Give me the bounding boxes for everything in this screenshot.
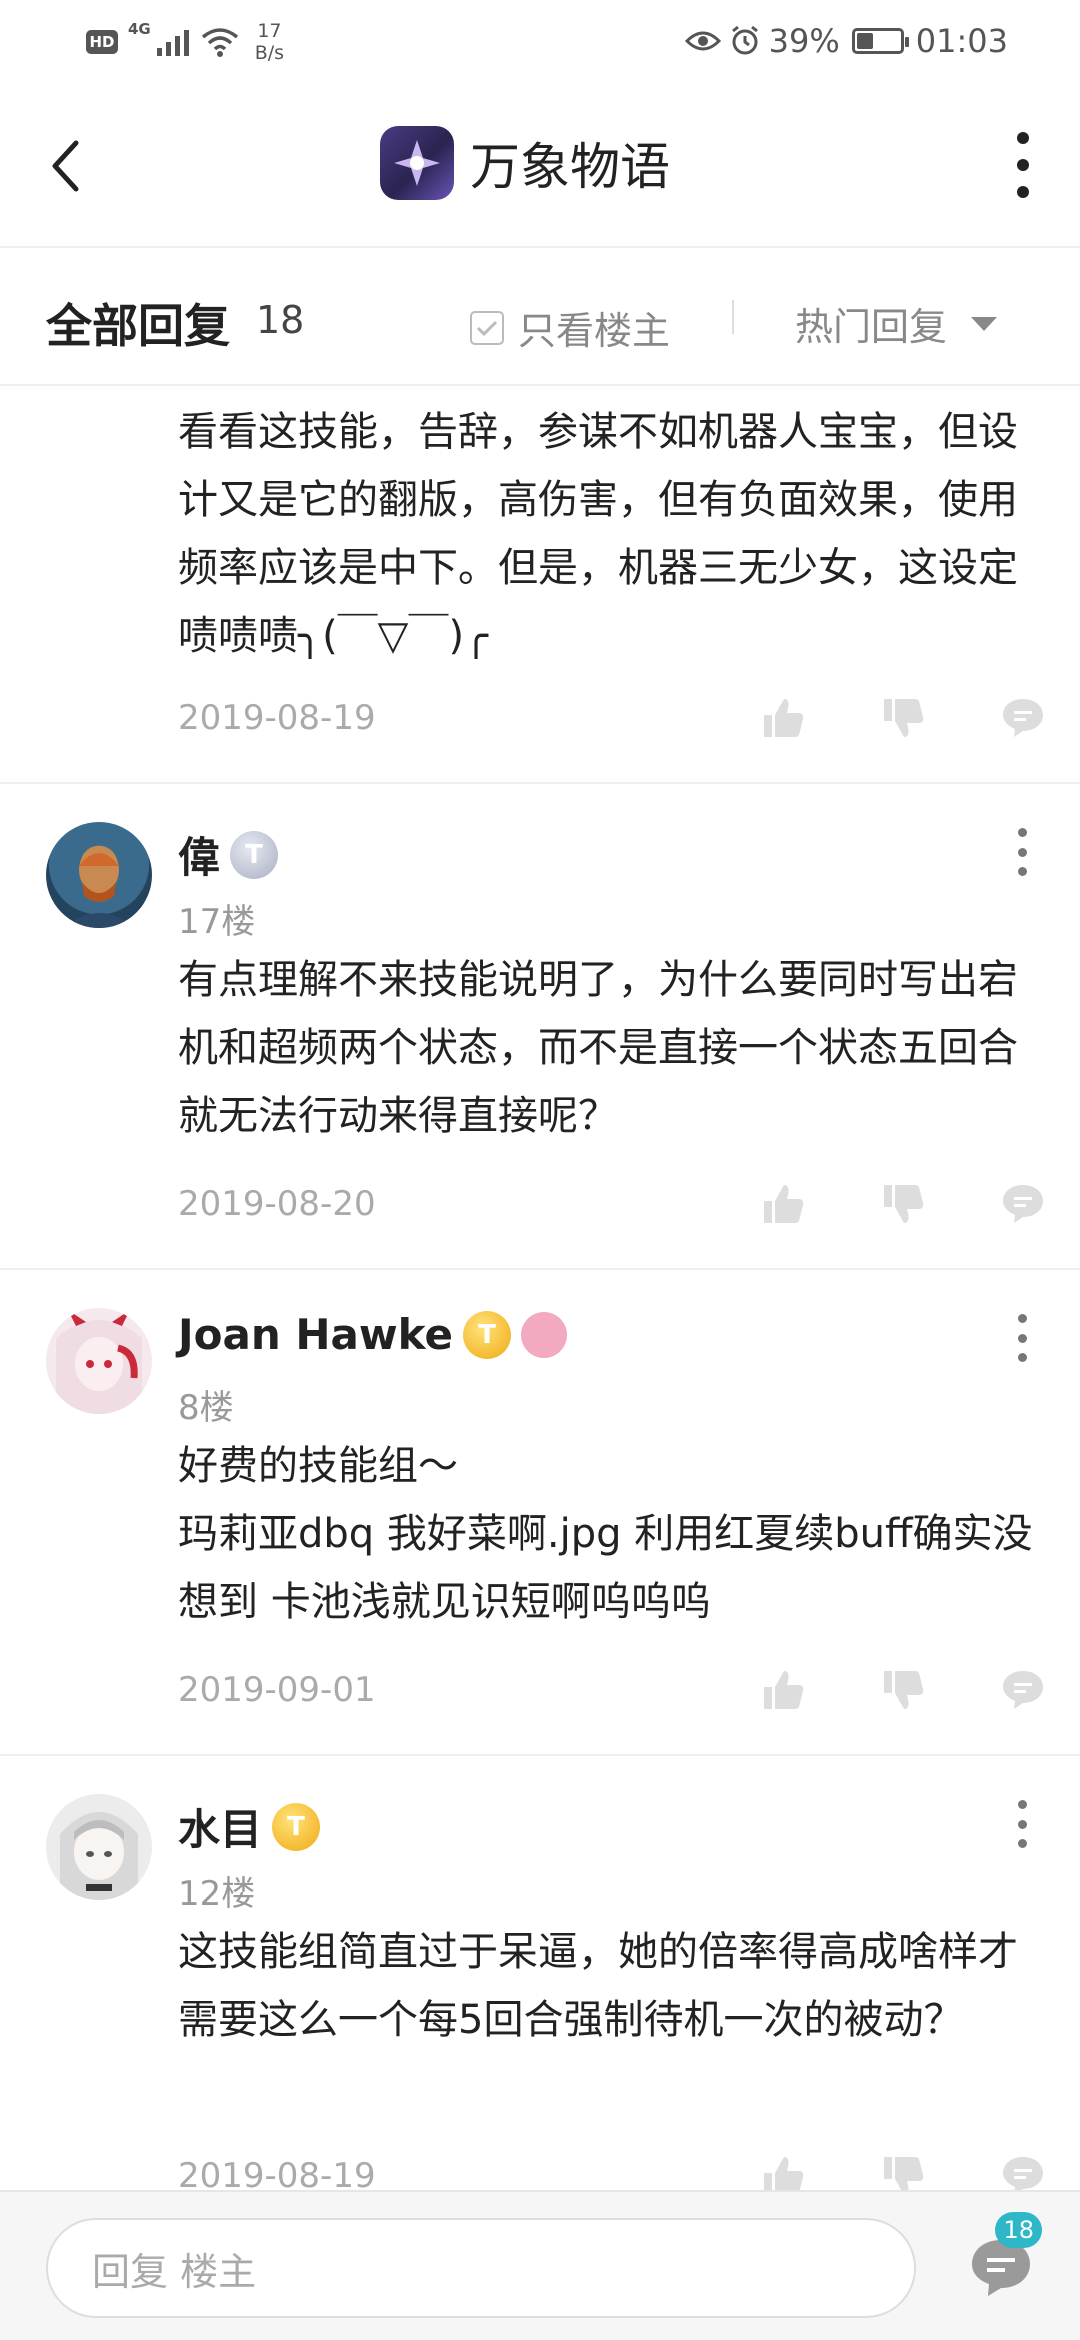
eye-icon bbox=[684, 31, 721, 51]
comment-more-icon[interactable] bbox=[1010, 1800, 1034, 1848]
reply-bubble-icon[interactable] bbox=[998, 2151, 1048, 2190]
replies-button[interactable]: 18 bbox=[966, 2212, 1042, 2302]
user-name[interactable]: Joan Hawke bbox=[178, 1310, 453, 1359]
user-info: 偉 T bbox=[178, 824, 279, 885]
caret-down-icon bbox=[971, 316, 998, 331]
top-app-bar: 万象物语 bbox=[0, 82, 1080, 248]
status-bar: HD 4G 17 B/s 39% 01:03 bbox=[0, 0, 1080, 82]
reply-bubble-icon[interactable] bbox=[998, 693, 1048, 743]
comment-date: 2019-09-01 bbox=[178, 1670, 376, 1710]
avatar[interactable] bbox=[46, 1794, 152, 1900]
reply-count: 18 bbox=[256, 298, 305, 342]
like-icon[interactable] bbox=[758, 2151, 808, 2190]
comment-more-icon[interactable] bbox=[1010, 828, 1034, 876]
level-badge: T bbox=[272, 1802, 321, 1851]
network-type: 4G bbox=[128, 20, 151, 38]
net-speed-value: 17 bbox=[257, 20, 282, 42]
forum-title[interactable]: 万象物语 bbox=[380, 126, 670, 200]
comment-list[interactable]: 看看这技能，告辞，参谋不如机器人宝宝，但设计又是它的翻版，高伤害，但有负面效果，… bbox=[0, 388, 1080, 2190]
only-owner-toggle[interactable]: 只看楼主 bbox=[470, 300, 670, 355]
comment-date: 2019-08-19 bbox=[178, 698, 376, 738]
reply-bubble-icon[interactable] bbox=[998, 1179, 1048, 1229]
clock: 01:03 bbox=[915, 22, 1008, 60]
reply-filter-bar: 全部回复 18 只看楼主 热门回复 bbox=[0, 250, 1080, 386]
user-info: 水目 T bbox=[178, 1796, 321, 1857]
comment-actions bbox=[758, 1665, 1048, 1715]
user-info: Joan Hawke T bbox=[178, 1310, 567, 1359]
comment-actions bbox=[758, 2151, 1048, 2190]
reply-bar: 回复 楼主 18 bbox=[0, 2190, 1080, 2340]
comment-item: Joan Hawke T 8楼 好费的技能组～ 玛莉亚dbq 我好菜啊.jpg … bbox=[0, 1270, 1080, 1756]
comment-text: 有点理解不来技能说明了，为什么要同时写出宕机和超频两个状态，而不是直接一个状态五… bbox=[178, 957, 1018, 1139]
app-logo-icon bbox=[380, 126, 454, 200]
page-title: 万象物语 bbox=[470, 138, 670, 196]
reply-bubble-icon[interactable] bbox=[998, 1665, 1048, 1715]
comment-actions bbox=[758, 693, 1048, 743]
avatar[interactable] bbox=[46, 822, 152, 928]
dislike-icon[interactable] bbox=[878, 693, 928, 743]
more-icon[interactable] bbox=[1008, 132, 1038, 198]
avatar[interactable] bbox=[46, 1308, 152, 1414]
battery-icon bbox=[851, 28, 909, 54]
wifi-icon bbox=[201, 28, 238, 57]
dislike-icon[interactable] bbox=[878, 2151, 928, 2190]
comment-text: 这技能组简直过于呆逼，她的倍率得高成啥样才需要这么一个每5回合强制待机一次的被动… bbox=[178, 1929, 1018, 2043]
reply-count-badge: 18 bbox=[995, 2212, 1042, 2248]
battery-percent: 39% bbox=[768, 22, 840, 60]
comment-actions bbox=[758, 1179, 1048, 1229]
alarm-icon bbox=[731, 25, 758, 55]
only-owner-label: 只看楼主 bbox=[518, 309, 671, 353]
dislike-icon[interactable] bbox=[878, 1665, 928, 1715]
user-name[interactable]: 水目 bbox=[178, 1796, 262, 1857]
like-icon[interactable] bbox=[758, 1665, 808, 1715]
level-badge: T bbox=[230, 830, 279, 879]
net-speed: 17 B/s bbox=[255, 20, 284, 64]
floor-number: 8楼 bbox=[178, 1388, 234, 1428]
checkbox-icon bbox=[470, 310, 504, 345]
sort-label: 热门回复 bbox=[795, 305, 948, 349]
hd-badge: HD bbox=[86, 30, 118, 54]
comment-item: 看看这技能，告辞，参谋不如机器人宝宝，但设计又是它的翻版，高伤害，但有负面效果，… bbox=[0, 388, 1080, 784]
net-speed-unit: B/s bbox=[254, 42, 285, 64]
sort-dropdown[interactable]: 热门回复 bbox=[795, 296, 998, 351]
floor-number: 12楼 bbox=[178, 1874, 256, 1914]
back-button[interactable] bbox=[40, 134, 90, 198]
back-icon bbox=[52, 140, 79, 192]
signal-icon bbox=[156, 30, 189, 56]
comment-text: 好费的技能组～ 玛莉亚dbq 我好菜啊.jpg 利用红夏续buff确实没想到 卡… bbox=[178, 1443, 1033, 1625]
floor-number: 17楼 bbox=[178, 902, 256, 942]
divider bbox=[732, 300, 734, 334]
comment-date: 2019-08-19 bbox=[178, 2156, 376, 2190]
like-icon[interactable] bbox=[758, 693, 808, 743]
status-right: 39% 01:03 bbox=[684, 22, 1008, 60]
role-badge-icon bbox=[520, 1311, 567, 1358]
dislike-icon[interactable] bbox=[878, 1179, 928, 1229]
comment-item: 偉 T 17楼 有点理解不来技能说明了，为什么要同时写出宕机和超频两个状态，而不… bbox=[0, 784, 1080, 1270]
comment-item: 水目 T 12楼 这技能组简直过于呆逼，她的倍率得高成啥样才需要这么一个每5回合… bbox=[0, 1756, 1080, 2190]
comment-more-icon[interactable] bbox=[1010, 1314, 1034, 1362]
reply-input[interactable]: 回复 楼主 bbox=[46, 2218, 916, 2318]
user-name[interactable]: 偉 bbox=[178, 824, 220, 885]
all-replies-title: 全部回复 bbox=[46, 299, 230, 353]
like-icon[interactable] bbox=[758, 1179, 808, 1229]
comment-date: 2019-08-20 bbox=[178, 1184, 376, 1224]
comment-text: 看看这技能，告辞，参谋不如机器人宝宝，但设计又是它的翻版，高伤害，但有负面效果，… bbox=[178, 409, 1018, 659]
battery-fill bbox=[856, 33, 873, 49]
level-badge: T bbox=[462, 1310, 511, 1359]
status-left: HD 4G 17 B/s bbox=[86, 20, 284, 64]
